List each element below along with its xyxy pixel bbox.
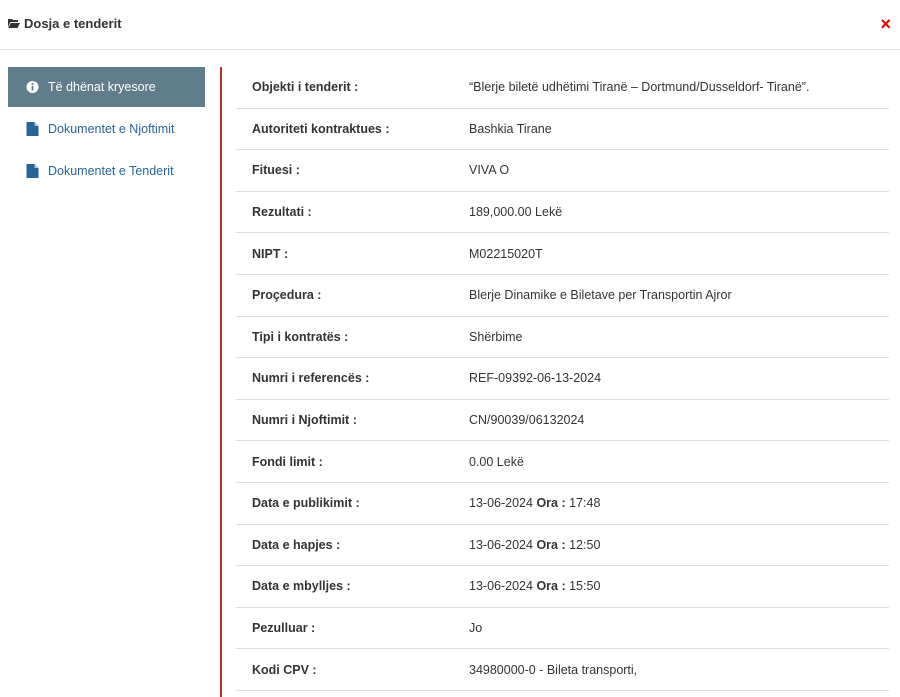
row-value: 13-06-2024 Ora : 15:50 — [469, 579, 889, 593]
row-value: REF-09392-06-13-2024 — [469, 371, 602, 386]
sidebar-item-main-data[interactable]: Të dhënat kryesore — [8, 67, 205, 107]
row-label: Data e publikimit : — [252, 496, 360, 511]
row-value: 0.00 Lekë — [469, 454, 524, 469]
table-row-authority: Autoriteti kontraktues : Bashkia Tirane — [236, 109, 889, 151]
row-label: Numri i Njoftimit : — [252, 413, 357, 428]
table-row-suspended: Pezulluar : Jo — [236, 608, 889, 650]
time-value: 15:50 — [569, 579, 601, 594]
vertical-divider — [220, 67, 222, 697]
table-row-notice-number: Numri i Njoftimit : CN/90039/06132024 — [236, 400, 889, 442]
document-icon — [26, 122, 39, 136]
tender-details-table: Objekti i tenderit : “Blerje biletë udhë… — [236, 67, 889, 691]
row-label: Kodi CPV : — [252, 662, 317, 677]
folder-open-icon — [8, 19, 20, 28]
modal-title: Dosja e tenderit — [24, 16, 122, 31]
row-value: “Blerje biletë udhëtimi Tiranë – Dortmun… — [469, 80, 810, 95]
document-icon — [26, 164, 39, 178]
row-label: Fondi limit : — [252, 454, 323, 469]
row-value: M02215020T — [469, 246, 543, 261]
date-value: 13-06-2024 — [469, 579, 533, 594]
row-label: Rezultati : — [252, 205, 312, 220]
row-label: Objekti i tenderit : — [252, 80, 359, 95]
row-label: Data e mbylljes : — [252, 579, 351, 594]
time-label: Ora : — [536, 496, 566, 511]
info-icon — [26, 80, 39, 94]
date-value: 13-06-2024 — [469, 496, 533, 511]
row-value: 34980000-0 - Bileta transporti, — [469, 662, 638, 677]
row-value: 13-06-2024 Ora : 12:50 — [469, 538, 889, 552]
table-row-contract-type: Tipi i kontratës : Shërbime — [236, 317, 889, 359]
modal-header: Dosja e tenderit × — [0, 0, 900, 50]
sidebar-item-tender-documents[interactable]: Dokumentet e Tenderit — [8, 151, 205, 191]
time-value: 12:50 — [569, 537, 601, 552]
table-row-cpv-code: Kodi CPV : 34980000-0 - Bileta transport… — [236, 649, 889, 691]
sidebar-item-notice-documents[interactable]: Dokumentet e Njoftimit — [8, 109, 205, 149]
time-label: Ora : — [536, 537, 566, 552]
row-label: Proçedura : — [252, 288, 322, 303]
row-label: Pezulluar : — [252, 621, 316, 636]
row-value: Jo — [469, 621, 483, 636]
row-value: 189,000.00 Lekë — [469, 205, 563, 220]
table-row-winner: Fituesi : VIVA O — [236, 150, 889, 192]
row-value: Bashkia Tirane — [469, 121, 552, 136]
table-row-nipt: NIPT : M02215020T — [236, 233, 889, 275]
row-label: Fituesi : — [252, 163, 300, 178]
row-value: 13-06-2024 Ora : 17:48 — [469, 496, 889, 510]
row-label: Numri i referencës : — [252, 371, 370, 386]
sidebar-item-label: Të dhënat kryesore — [48, 80, 156, 94]
row-value: Blerje Dinamike e Biletave per Transport… — [469, 288, 732, 303]
table-row-opening-date: Data e hapjes : 13-06-2024 Ora : 12:50 — [236, 525, 889, 567]
row-label: Tipi i kontratës : — [252, 329, 349, 344]
row-label: Autoriteti kontraktues : — [252, 121, 390, 136]
table-row-closing-date: Data e mbylljes : 13-06-2024 Ora : 15:50 — [236, 566, 889, 608]
row-value: VIVA O — [469, 163, 510, 178]
row-label: NIPT : — [252, 246, 289, 261]
sidebar-nav: Të dhënat kryesore Dokumentet e Njoftimi… — [8, 67, 205, 193]
sidebar-item-label: Dokumentet e Tenderit — [48, 164, 174, 178]
table-row-publication-date: Data e publikimit : 13-06-2024 Ora : 17:… — [236, 483, 889, 525]
table-row-object: Objekti i tenderit : “Blerje biletë udhë… — [236, 67, 889, 109]
time-label: Ora : — [536, 579, 566, 594]
table-row-fund-limit: Fondi limit : 0.00 Lekë — [236, 441, 889, 483]
table-row-reference-number: Numri i referencës : REF-09392-06-13-202… — [236, 358, 889, 400]
row-value: Shërbime — [469, 329, 523, 344]
row-label: Data e hapjes : — [252, 537, 341, 552]
table-row-result: Rezultati : 189,000.00 Lekë — [236, 192, 889, 234]
time-value: 17:48 — [569, 496, 601, 511]
sidebar-item-label: Dokumentet e Njoftimit — [48, 122, 175, 136]
close-icon[interactable]: × — [880, 13, 891, 35]
table-row-procedure: Proçedura : Blerje Dinamike e Biletave p… — [236, 275, 889, 317]
date-value: 13-06-2024 — [469, 537, 533, 552]
row-value: CN/90039/06132024 — [469, 413, 585, 428]
